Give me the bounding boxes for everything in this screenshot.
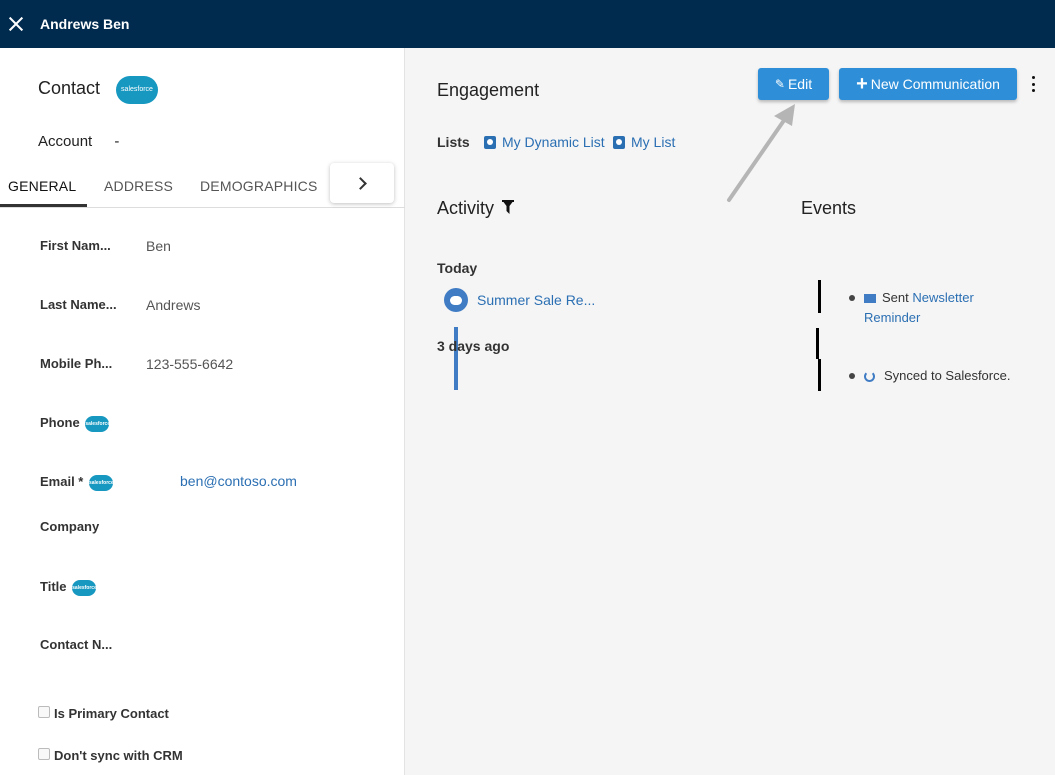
- dont-sync-crm-checkbox[interactable]: [38, 748, 50, 760]
- newsletter-reminder-link-cont[interactable]: Reminder: [864, 310, 920, 325]
- contact-heading: Contact: [38, 78, 101, 98]
- account-row: Account -: [38, 133, 119, 150]
- new-communication-button[interactable]: + New Communication: [839, 68, 1017, 100]
- first-name-label: First Nam...: [40, 238, 111, 253]
- email-label: Email * salesforce: [40, 474, 114, 491]
- envelope-icon: [864, 294, 876, 304]
- top-bar: Andrews Ben: [0, 0, 1055, 48]
- contact-note-label: Contact N...: [40, 637, 113, 652]
- plus-icon: +: [856, 73, 868, 95]
- tab-general[interactable]: GENERAL: [8, 178, 76, 194]
- salesforce-logo-icon: salesforce: [116, 76, 158, 104]
- edit-button-label: Edit: [787, 76, 813, 92]
- event-synced: Synced to Salesforce.: [864, 366, 1010, 386]
- event-bullet: [849, 373, 855, 379]
- phone-label: Phone salesforce: [40, 415, 110, 432]
- email-label-text: Email *: [40, 474, 84, 489]
- event-synced-text: Synced to Salesforce.: [884, 368, 1011, 383]
- tab-bar: GENERAL ADDRESS DEMOGRAPHICS: [0, 163, 405, 208]
- mobile-phone-value[interactable]: 123-555-6642: [146, 356, 233, 372]
- tab-demographics[interactable]: DEMOGRAPHICS: [200, 178, 318, 194]
- edit-button[interactable]: ✎ Edit: [758, 68, 829, 100]
- mobile-phone-label: Mobile Ph...: [40, 356, 113, 371]
- activity-item-link[interactable]: Summer Sale Re...: [477, 292, 595, 308]
- three-days-ago-label: 3 days ago: [437, 338, 510, 354]
- list-link-label: My Dynamic List: [502, 134, 605, 150]
- engagement-panel: Engagement ✎ Edit + New Communication Li…: [406, 48, 1055, 775]
- new-communication-label: New Communication: [870, 76, 1000, 92]
- events-title: Events: [801, 198, 857, 218]
- first-name-value[interactable]: Ben: [146, 238, 171, 254]
- list-link-label: My List: [631, 134, 676, 150]
- today-label: Today: [437, 260, 478, 276]
- more-options-icon[interactable]: [1027, 76, 1039, 92]
- contact-panel: Contact salesforce Account - GENERAL ADD…: [0, 48, 405, 775]
- event-sent-prefix: Sent: [882, 290, 909, 305]
- email-value[interactable]: ben@contoso.com: [180, 473, 297, 489]
- event-bullet: [849, 295, 855, 301]
- account-value: -: [114, 133, 120, 150]
- sync-icon: [864, 371, 875, 383]
- activity-title: Activity: [437, 198, 495, 218]
- salesforce-icon: salesforce: [72, 579, 97, 596]
- list-link-my-dynamic-list[interactable]: My Dynamic List: [484, 134, 605, 150]
- engagement-title: Engagement: [437, 80, 540, 100]
- title-label: Title salesforce: [40, 579, 97, 596]
- timeline-bar: [454, 327, 458, 390]
- company-label: Company: [40, 519, 100, 534]
- record-title: Andrews Ben: [40, 16, 130, 32]
- filter-icon[interactable]: [502, 200, 514, 214]
- account-label: Account: [38, 133, 93, 150]
- event-sent: Sent Newsletter Reminder: [864, 288, 974, 328]
- contact-list-icon: [613, 135, 625, 149]
- tab-address[interactable]: ADDRESS: [104, 178, 173, 194]
- last-name-label: Last Name...: [40, 297, 117, 312]
- event-timeline-bar: [818, 280, 821, 313]
- dont-sync-crm-label: Don't sync with CRM: [54, 748, 183, 763]
- tabs-next-button[interactable]: [330, 163, 394, 203]
- list-link-my-list[interactable]: My List: [613, 134, 675, 150]
- chevron-right-icon: [353, 176, 367, 190]
- contact-list-icon: [484, 135, 496, 149]
- is-primary-contact-label: Is Primary Contact: [54, 706, 169, 721]
- title-label-text: Title: [40, 579, 67, 594]
- chat-bubble-icon: [444, 288, 468, 312]
- salesforce-icon: salesforce: [85, 415, 110, 432]
- lists-label: Lists: [437, 134, 470, 150]
- is-primary-contact-checkbox[interactable]: [38, 706, 50, 718]
- phone-label-text: Phone: [40, 415, 80, 430]
- event-timeline-bar: [816, 328, 819, 359]
- salesforce-icon: salesforce: [88, 474, 114, 491]
- last-name-value[interactable]: Andrews: [146, 297, 200, 313]
- newsletter-reminder-link[interactable]: Newsletter: [912, 290, 973, 305]
- active-tab-indicator: [0, 204, 87, 207]
- pencil-icon: ✎: [774, 77, 785, 91]
- close-icon[interactable]: [8, 16, 24, 32]
- event-timeline-bar: [818, 359, 821, 391]
